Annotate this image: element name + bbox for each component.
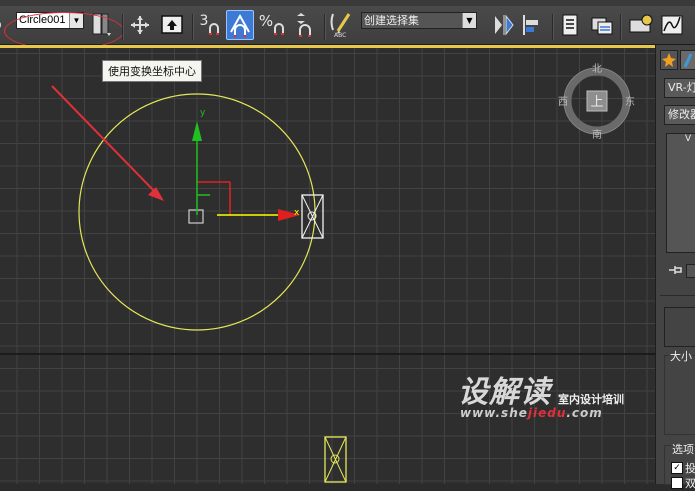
viewcube[interactable]: 上 北 南 东 西 <box>558 63 635 141</box>
viewcube-north-label: 北 <box>592 63 602 75</box>
watermark-url-suffix: .com <box>566 406 603 420</box>
toolbar-separator <box>122 14 124 40</box>
watermark-brand: 设解读 <box>458 375 551 410</box>
named-selection-set-dropdown[interactable]: 创建选择集 ▼ <box>361 12 477 29</box>
show-end-result-button[interactable] <box>686 264 695 278</box>
spinner-snap-button[interactable] <box>290 10 318 40</box>
viewcube-face-label: 上 <box>590 95 603 110</box>
watermark-subtitle: 室内设计培训 <box>558 393 624 406</box>
snap-toggle-label: 3 <box>199 13 209 29</box>
gizmo-x-label: x <box>294 208 300 218</box>
modifier-stack[interactable]: V <box>666 133 695 253</box>
modifier-list-value: 修改器 <box>668 108 695 121</box>
object-name-value: VR-灯 <box>668 81 695 94</box>
abc-label: ABC <box>334 32 347 39</box>
snap-toggle-button[interactable]: 3 <box>196 10 224 40</box>
checkbox-2[interactable] <box>671 477 683 489</box>
transform-center-marker[interactable] <box>188 209 204 224</box>
object-name-field[interactable]: VR-灯 <box>664 78 695 98</box>
tab-modify[interactable] <box>680 50 695 70</box>
toolbar-separator <box>324 14 326 40</box>
gizmo-y-arrow[interactable] <box>192 121 202 141</box>
options-group: 选项 ✓ 投 双 <box>664 441 695 490</box>
tooltip-text: 使用变换坐标中心 <box>108 65 196 78</box>
gizmo-y-label: y <box>200 108 206 118</box>
edit-named-selection-button[interactable]: ABC <box>328 10 356 40</box>
viewcube-east-label: 东 <box>625 95 635 108</box>
selection-name-dropdown[interactable]: Circle001 ▼ <box>16 12 84 29</box>
annotation-arrow-line <box>51 85 159 196</box>
vray-light-2-cross <box>324 436 347 483</box>
material-editor-icon[interactable] <box>626 10 654 40</box>
scene-explorer-icon[interactable] <box>588 10 616 40</box>
toolbar-separator <box>620 14 622 40</box>
align-icon[interactable] <box>518 10 546 40</box>
viewcube-west-label: 西 <box>558 97 568 108</box>
checkbox-1-label: 投 <box>685 462 695 475</box>
percent-snap-label: % <box>258 12 274 30</box>
named-selection-set-value: 创建选择集 <box>364 14 419 27</box>
curve-editor-icon[interactable] <box>658 10 686 40</box>
annotation-arrow-head <box>148 187 164 201</box>
percent-snap-button[interactable]: % <box>258 10 286 40</box>
main-toolbar: Circle001 ▼ 3 % ABC 创建选择集 ▼ <box>0 6 695 50</box>
checkbox-2-label: 双 <box>685 477 695 490</box>
select-filter-icon[interactable] <box>0 10 6 40</box>
vray-light-cross <box>301 194 324 239</box>
layer-manager-icon[interactable] <box>556 10 584 40</box>
options-label: 选项 <box>671 441 695 457</box>
chevron-down-icon[interactable]: ▼ <box>462 13 476 28</box>
angle-snap-button[interactable] <box>226 10 254 40</box>
selection-name-value: Circle001 <box>19 14 66 26</box>
checkbox-1[interactable]: ✓ <box>671 462 683 474</box>
pivot-center-icon[interactable] <box>87 10 115 40</box>
pin-stack-icon[interactable] <box>668 265 682 278</box>
chevron-down-icon[interactable]: ▼ <box>69 13 83 28</box>
size-group: 大小 <box>664 348 695 435</box>
command-panel: VR-灯 修改器 V 大小 选项 ✓ 投 双 <box>655 45 695 490</box>
select-manipulate-icon[interactable] <box>126 10 154 40</box>
tab-create[interactable] <box>660 50 678 70</box>
modifier-list-dropdown[interactable]: 修改器 <box>664 105 695 125</box>
toolbar-separator <box>192 14 194 40</box>
keyboard-shortcut-icon[interactable] <box>158 10 186 40</box>
toolbar-separator <box>552 14 554 40</box>
active-viewport-border <box>0 45 655 48</box>
watermark: 设解读 室内设计培训 www.shejiedu.com <box>458 375 624 421</box>
watermark-url-highlight: jiedu <box>527 406 567 420</box>
watermark-url: www.shejiedu.com <box>460 406 603 420</box>
modifier-stack-header: V <box>685 134 692 144</box>
watermark-url-prefix: www.she <box>460 406 528 420</box>
panel-divider <box>660 295 695 296</box>
size-label: 大小 <box>669 348 693 364</box>
mirror-icon[interactable] <box>490 10 518 40</box>
viewcube-south-label: 南 <box>592 128 602 141</box>
rollout-section <box>664 307 695 347</box>
tooltip: 使用变换坐标中心 <box>102 60 202 82</box>
